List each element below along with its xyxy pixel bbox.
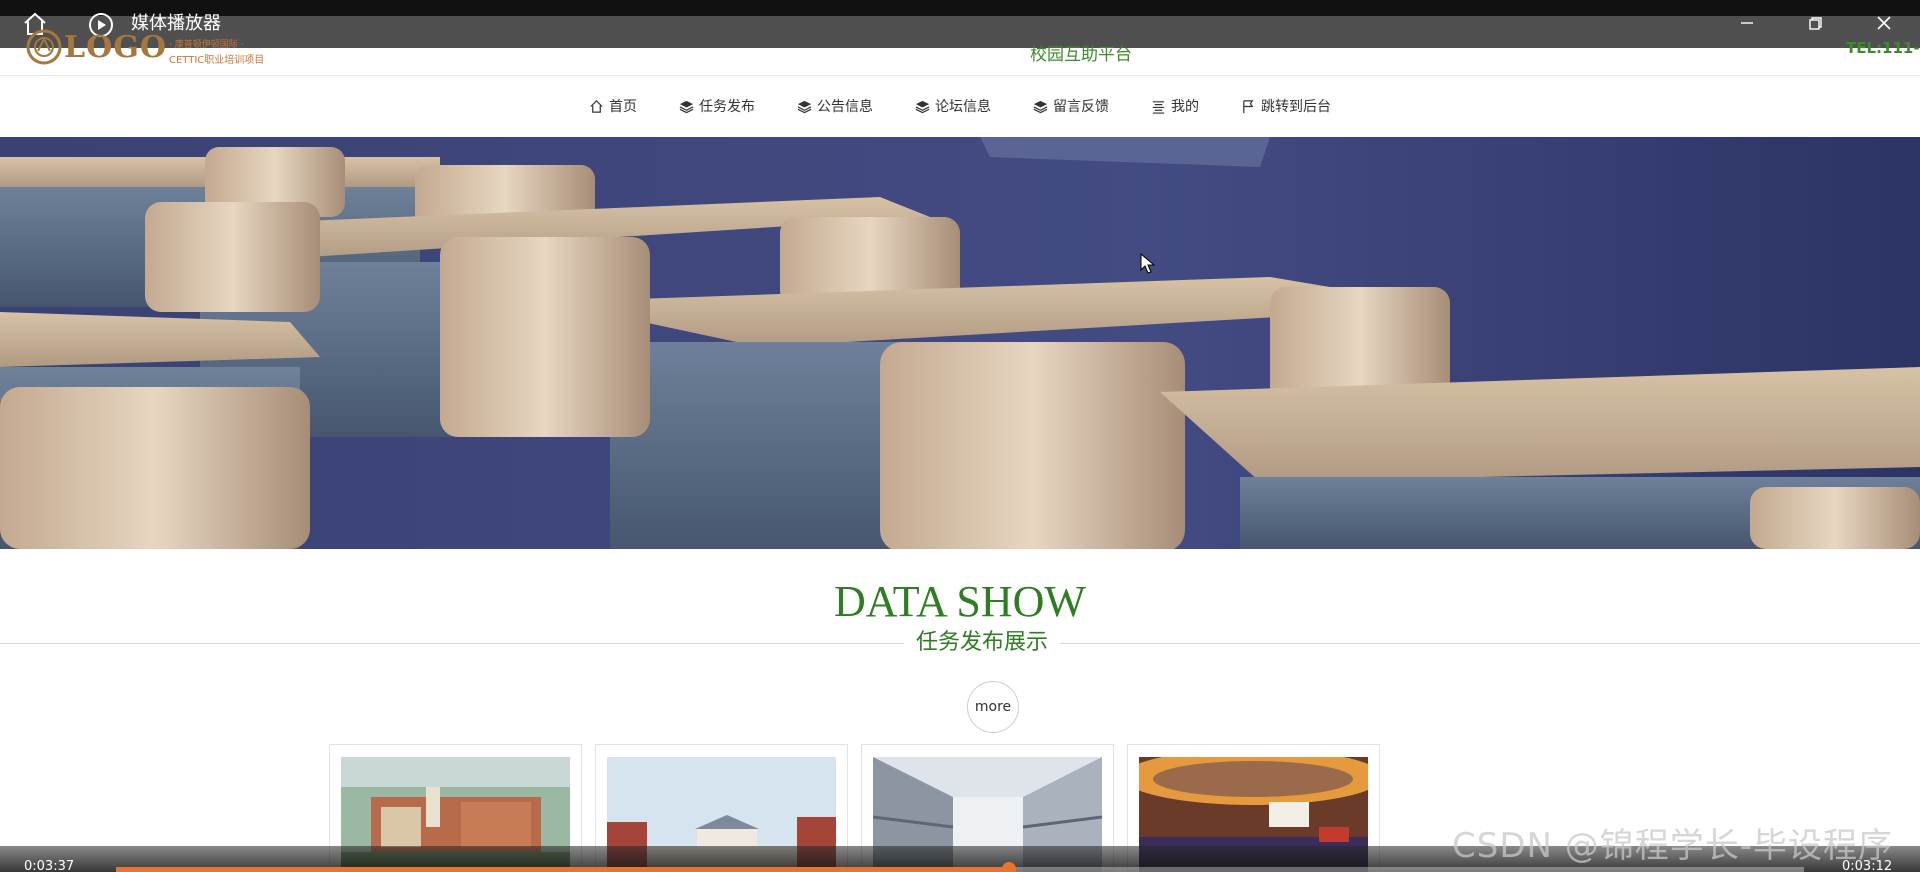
nav-item-label: 跳转到后台 <box>1261 99 1331 115</box>
site-header <box>0 48 1920 76</box>
nav-item-label: 公告信息 <box>817 99 873 115</box>
site-title: 校园互助平台 <box>1030 45 1132 65</box>
seek-bar-thumb[interactable] <box>1001 862 1016 872</box>
classroom-banner-image <box>0 137 1920 549</box>
mouse-cursor-icon <box>1140 252 1156 275</box>
restore-button[interactable] <box>1802 10 1828 36</box>
current-time: 0:03:37 <box>24 859 75 872</box>
logo-badge-icon <box>26 29 62 65</box>
close-button[interactable] <box>1871 10 1897 36</box>
main-nav: 首页 任务发布 公告信息 论坛信息 留言反馈 我的 跳转到后台 <box>0 84 1920 136</box>
logo-tagline: CETTIC职业培训项目 <box>169 55 265 66</box>
site-tel: TEL:111-8 <box>1846 39 1920 57</box>
watermark-text: CSDN @锦程学长-毕设程序 <box>1452 826 1894 866</box>
logo-text: LOGO <box>64 30 167 65</box>
nav-item-label: 我的 <box>1171 99 1199 115</box>
layers-icon <box>915 100 930 113</box>
list-icon <box>1152 100 1165 114</box>
site-logo[interactable]: LOGO · 康普顿伊顿国际 · CETTIC职业培训项目 <box>26 27 276 67</box>
section-subtitle: 任务发布展示 <box>904 628 1061 658</box>
player-titlebar: 媒体播放器 <box>0 0 1920 48</box>
seek-bar-fill <box>116 867 1009 872</box>
nav-item-announcements[interactable]: 公告信息 <box>776 84 894 128</box>
nav-item-label: 首页 <box>609 99 637 115</box>
nav-item-mine[interactable]: 我的 <box>1130 84 1220 128</box>
layers-icon <box>797 100 812 113</box>
layers-icon <box>679 100 694 113</box>
nav-item-tasks[interactable]: 任务发布 <box>658 84 776 128</box>
nav-item-label: 留言反馈 <box>1053 99 1109 115</box>
more-button[interactable]: more <box>967 681 1019 733</box>
nav-item-home[interactable]: 首页 <box>568 84 658 128</box>
nav-item-label: 任务发布 <box>699 99 755 115</box>
flag-icon <box>1243 99 1254 113</box>
section-title: DATA SHOW <box>834 577 1086 626</box>
nav-item-label: 论坛信息 <box>935 99 991 115</box>
logo-subtitle: · 康普顿伊顿国际 · <box>169 40 244 50</box>
seek-bar[interactable] <box>116 862 1804 872</box>
hero-banner[interactable] <box>0 137 1920 549</box>
nav-item-admin[interactable]: 跳转到后台 <box>1220 84 1352 128</box>
layers-icon <box>1033 100 1048 113</box>
home-icon <box>590 99 603 113</box>
minimize-button[interactable] <box>1734 10 1760 36</box>
nav-item-feedback[interactable]: 留言反馈 <box>1012 84 1130 128</box>
nav-item-forum[interactable]: 论坛信息 <box>894 84 1012 128</box>
